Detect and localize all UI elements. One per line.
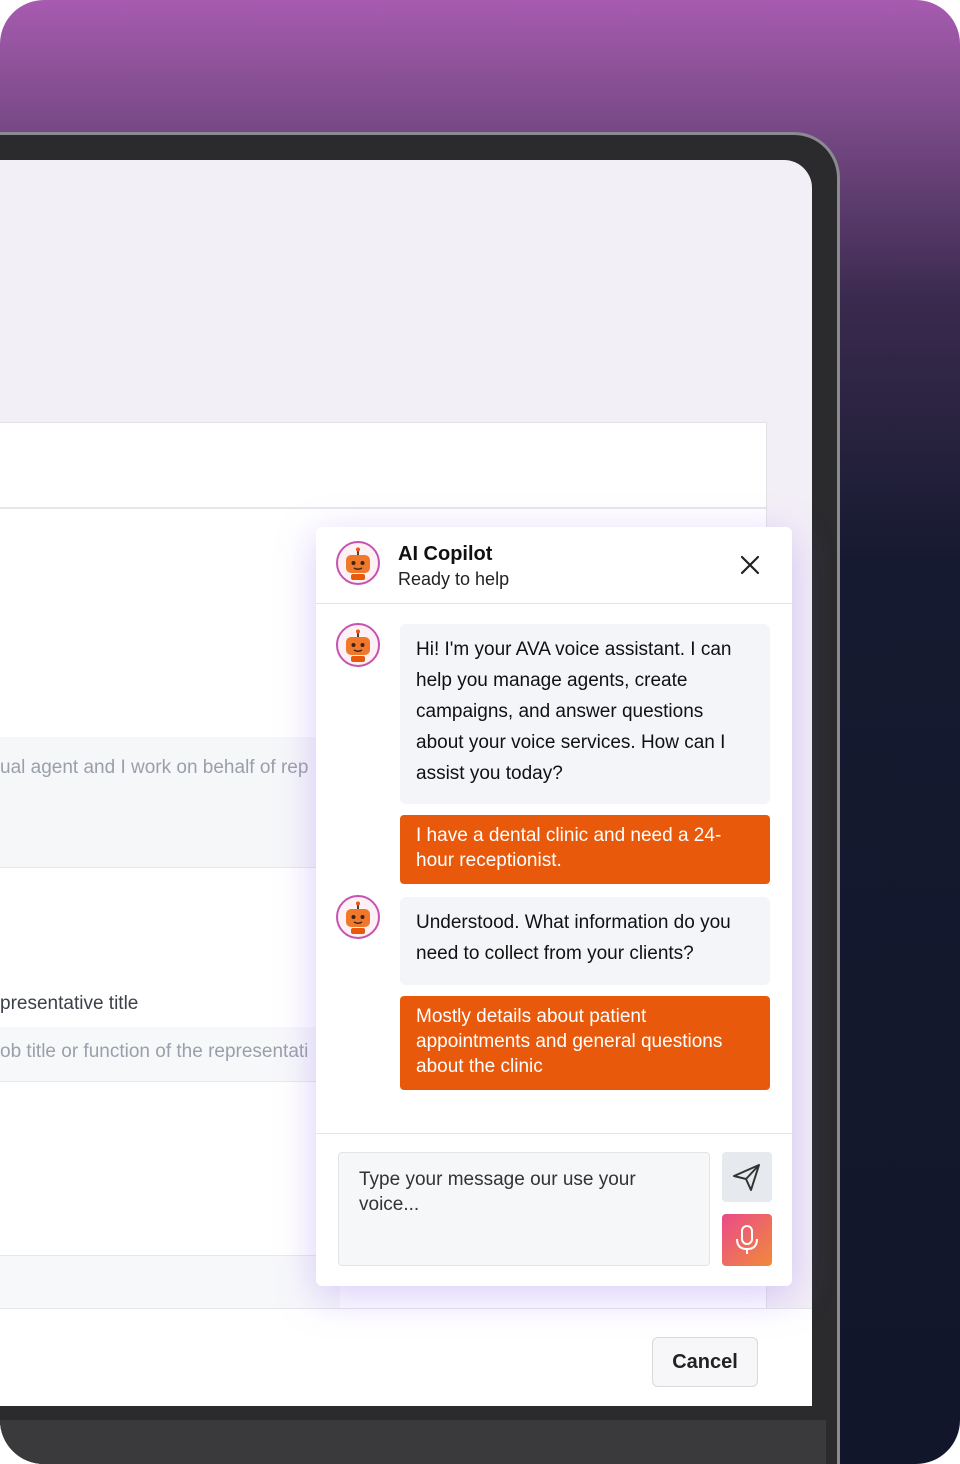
send-button[interactable] [722,1152,772,1202]
form-card-header [0,423,766,509]
description-field-text: ual agent and I work on behalf of rep [0,757,309,778]
microphone-icon [736,1225,758,1254]
representative-title-input[interactable]: ob title or function of the representati [0,1027,340,1082]
robot-avatar-icon [336,541,380,585]
assistant-message: Hi! I'm your AVA voice assistant. I can … [400,624,770,804]
background: ual agent and I work on behalf of rep pr… [0,0,960,1464]
chat-composer: Type your message our use your voice... [316,1133,792,1286]
send-icon [733,1164,760,1191]
cancel-button[interactable]: Cancel [652,1337,758,1387]
message-input[interactable]: Type your message our use your voice... [338,1152,710,1266]
chat-title: AI Copilot [398,543,493,565]
user-message: I have a dental clinic and need a 24-hou… [400,815,770,884]
robot-avatar-icon [336,623,380,667]
representative-title-label: presentative title [0,993,139,1014]
chat-header: AI Copilot Ready to help [316,527,792,604]
voice-button[interactable] [722,1214,772,1266]
close-icon[interactable] [736,551,764,579]
form-footer: Cancel [0,1308,812,1406]
ai-copilot-panel: AI Copilot Ready to help Hi! I'm your AV… [316,527,792,1286]
robot-avatar-icon [336,895,380,939]
chat-subtitle: Ready to help [398,569,510,589]
description-field[interactable]: ual agent and I work on behalf of rep [0,737,340,868]
representative-title-placeholder: ob title or function of the representati [0,1041,309,1062]
assistant-message: Understood. What information do you need… [400,897,770,985]
device-bezel-bottom [0,1420,826,1464]
user-message: Mostly details about patient appointment… [400,996,770,1090]
